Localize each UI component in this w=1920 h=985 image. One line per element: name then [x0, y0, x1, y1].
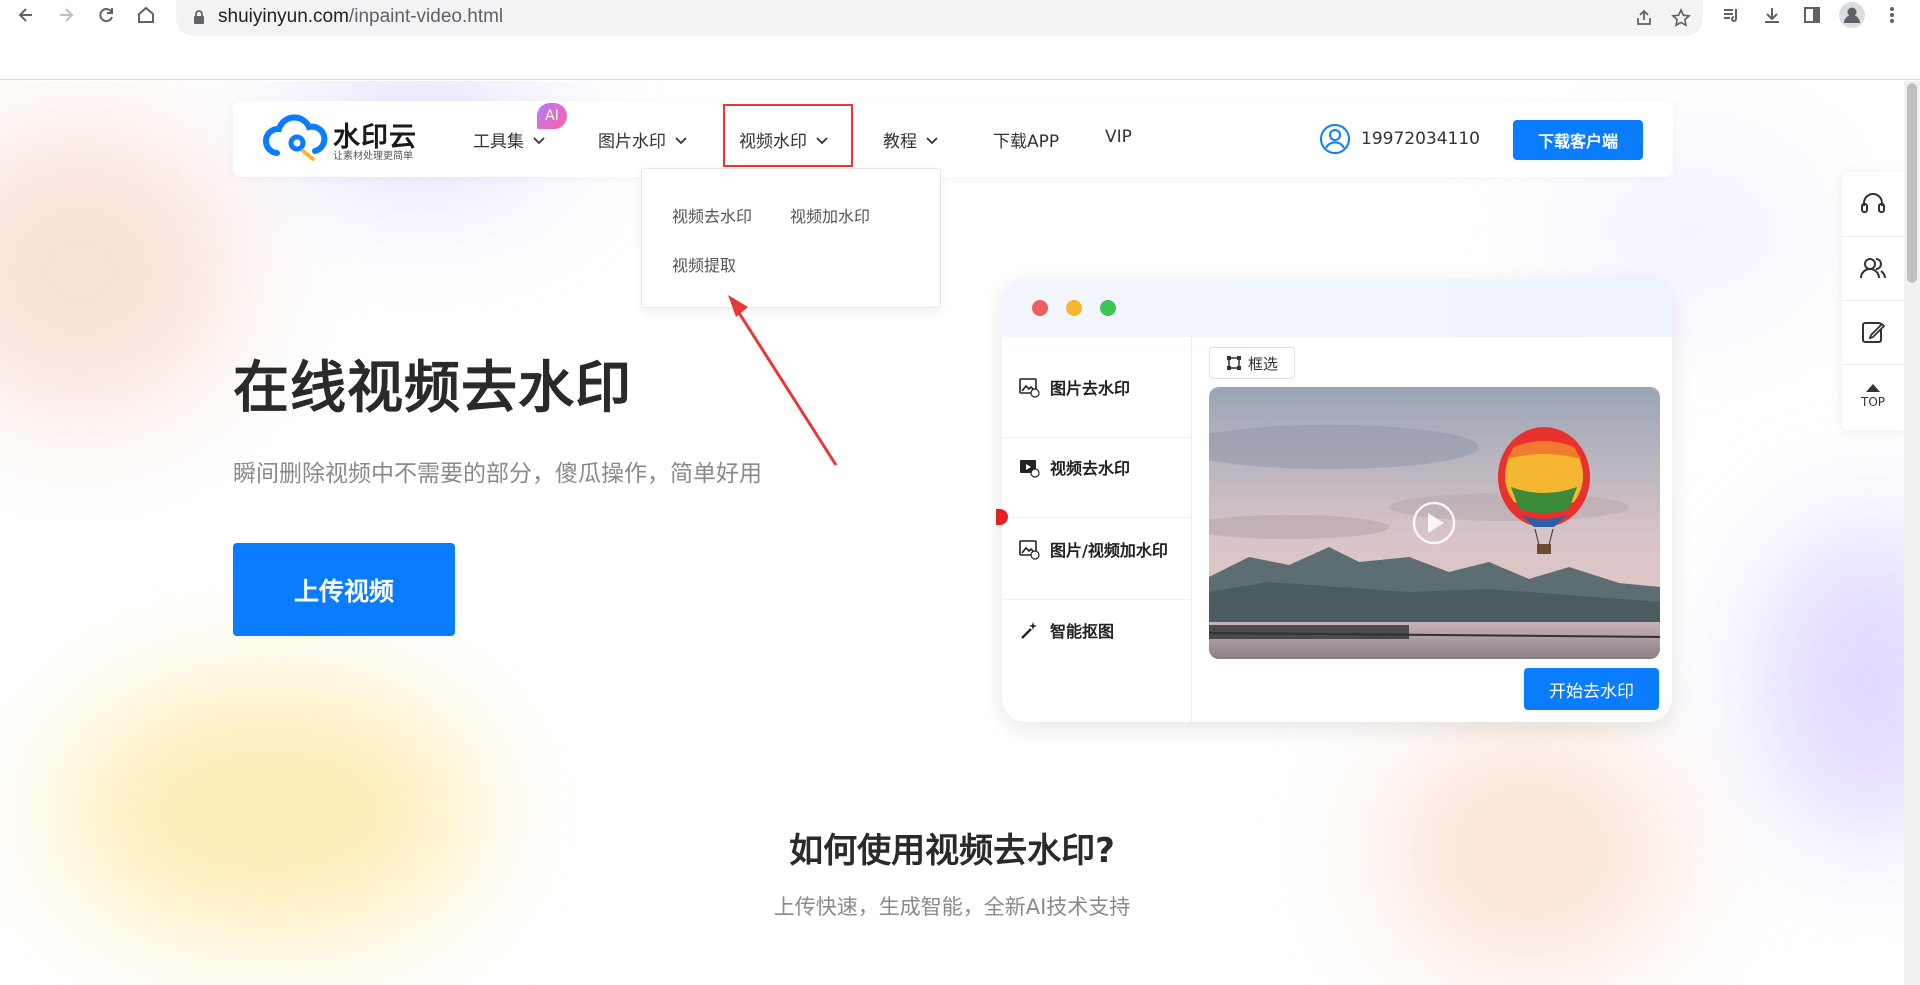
red-arrow-annotation	[728, 295, 838, 466]
user-icon	[1320, 124, 1350, 154]
nav-vip-label: VIP	[1105, 127, 1132, 147]
divider	[1002, 599, 1192, 600]
cloud-logo-icon	[263, 114, 328, 161]
url-host: shuiyinyun.com	[218, 6, 349, 27]
main-navbar: 水印云 让素材处理更简单 AI 工具集 图片水印 视频水印 教程 下载APP V…	[233, 101, 1673, 177]
hero-title: 在线视频去水印	[233, 356, 632, 421]
nav-image-watermark[interactable]: 图片水印	[598, 127, 688, 152]
nav-tools-label: 工具集	[473, 132, 524, 152]
bg-blob	[0, 121, 240, 421]
video-preview-image	[1209, 387, 1660, 659]
window-dot-green	[1100, 300, 1116, 316]
chevron-down-icon	[926, 136, 938, 144]
reading-list-icon[interactable]	[1711, 0, 1751, 30]
dropdown-item-remove-watermark[interactable]: 视频去水印	[672, 203, 752, 227]
hero-subtitle: 瞬间删除视频中不需要的部分，傻瓜操作，简单好用	[233, 461, 762, 487]
nav-tools[interactable]: 工具集	[473, 127, 546, 152]
mock-sidebar: 图片去水印 视频去水印 图片/视频加水印 智能抠图	[1002, 337, 1192, 722]
divider	[1002, 517, 1192, 518]
frame-select-icon	[1226, 356, 1241, 370]
reload-icon[interactable]	[86, 0, 126, 30]
feedback-button[interactable]	[1842, 300, 1904, 364]
browser-menu-icon[interactable]	[1872, 0, 1912, 30]
mock-side-video-remove[interactable]: 视频去水印	[1018, 455, 1130, 479]
side-panel-icon[interactable]	[1792, 0, 1832, 30]
chevron-down-icon	[675, 136, 687, 144]
nav-tutorial[interactable]: 教程	[883, 127, 939, 152]
forward-icon[interactable]	[46, 0, 86, 30]
share-icon[interactable]	[1630, 4, 1658, 32]
back-to-top-button[interactable]: TOP	[1842, 364, 1904, 428]
mock-side-cutout[interactable]: 智能抠图	[1018, 618, 1114, 642]
address-bar[interactable]: shuiyinyun.com/inpaint-video.html	[176, 0, 1703, 36]
profile-avatar-icon[interactable]	[1832, 0, 1872, 30]
image-icon	[1019, 378, 1040, 398]
home-icon[interactable]	[126, 0, 166, 30]
mock-side-label: 图片去水印	[1050, 379, 1131, 398]
nav-vip[interactable]: VIP	[1105, 127, 1132, 147]
user-account[interactable]: 19972034110	[1319, 123, 1480, 155]
browser-toolbar: shuiyinyun.com/inpaint-video.html	[0, 0, 1920, 80]
video-icon	[1020, 460, 1040, 478]
chevron-down-icon	[533, 136, 545, 144]
caret-up-icon	[1866, 384, 1880, 392]
users-icon	[1860, 258, 1886, 279]
nav-image-watermark-label: 图片水印	[598, 132, 666, 152]
video-preview[interactable]	[1209, 387, 1660, 659]
web-page: 水印云 让素材处理更简单 AI 工具集 图片水印 视频水印 教程 下载APP V…	[0, 81, 1904, 985]
highlight-box	[723, 104, 853, 167]
dropdown-item-add-watermark[interactable]: 视频加水印	[790, 203, 870, 227]
edit-icon	[1862, 322, 1886, 343]
app-preview-mockup: 图片去水印 视频去水印 图片/视频加水印 智能抠图 框选 开始去水印	[1002, 279, 1672, 722]
nav-download-app[interactable]: 下载APP	[993, 127, 1059, 152]
window-dot-yellow	[1066, 300, 1082, 316]
start-remove-watermark-button[interactable]: 开始去水印	[1524, 668, 1659, 710]
mock-side-label: 视频去水印	[1050, 459, 1131, 478]
divider	[1002, 437, 1192, 438]
download-client-button[interactable]: 下载客户端	[1513, 120, 1643, 160]
back-icon[interactable]	[6, 0, 46, 30]
ai-badge: AI	[537, 103, 567, 129]
url-text: shuiyinyun.com/inpaint-video.html	[218, 6, 503, 28]
frame-select-button[interactable]: 框选	[1209, 347, 1295, 379]
page-scrollbar[interactable]	[1904, 81, 1920, 985]
scrollbar-thumb[interactable]	[1907, 83, 1917, 283]
logo-slogan: 让素材处理更简单	[333, 151, 413, 162]
upload-video-button[interactable]: 上传视频	[233, 543, 455, 636]
mock-side-label: 智能抠图	[1050, 622, 1115, 641]
mock-side-label: 图片/视频加水印	[1050, 541, 1168, 560]
nav-tutorial-label: 教程	[883, 132, 917, 152]
bookmark-star-icon[interactable]	[1667, 4, 1695, 32]
user-phone: 19972034110	[1361, 129, 1480, 149]
mock-side-image-remove[interactable]: 图片去水印	[1018, 375, 1130, 399]
url-path: /inpaint-video.html	[348, 6, 504, 27]
download-icon[interactable]	[1752, 0, 1792, 30]
customer-service-button[interactable]	[1842, 172, 1904, 236]
lock-icon	[192, 9, 206, 29]
top-label: TOP	[1860, 395, 1885, 409]
section-title: 如何使用视频去水印?	[789, 831, 1115, 871]
image-add-icon	[1019, 540, 1040, 560]
dropdown-item-video-extract[interactable]: 视频提取	[672, 252, 736, 276]
bg-blob	[1760, 521, 1904, 841]
mock-side-add-watermark[interactable]: 图片/视频加水印	[1018, 537, 1168, 561]
nav-download-app-label: 下载APP	[993, 132, 1060, 152]
section-subtitle: 上传快速，生成智能，全新AI技术支持	[773, 895, 1131, 919]
frame-select-label: 框选	[1247, 354, 1278, 373]
magic-wand-icon	[1021, 622, 1037, 639]
community-button[interactable]	[1842, 236, 1904, 300]
headset-icon	[1861, 193, 1885, 213]
floating-toolbar: TOP	[1842, 172, 1904, 430]
mock-titlebar	[1002, 279, 1672, 337]
window-dot-red	[1032, 300, 1048, 316]
logo[interactable]: 水印云 让素材处理更简单	[263, 113, 423, 163]
